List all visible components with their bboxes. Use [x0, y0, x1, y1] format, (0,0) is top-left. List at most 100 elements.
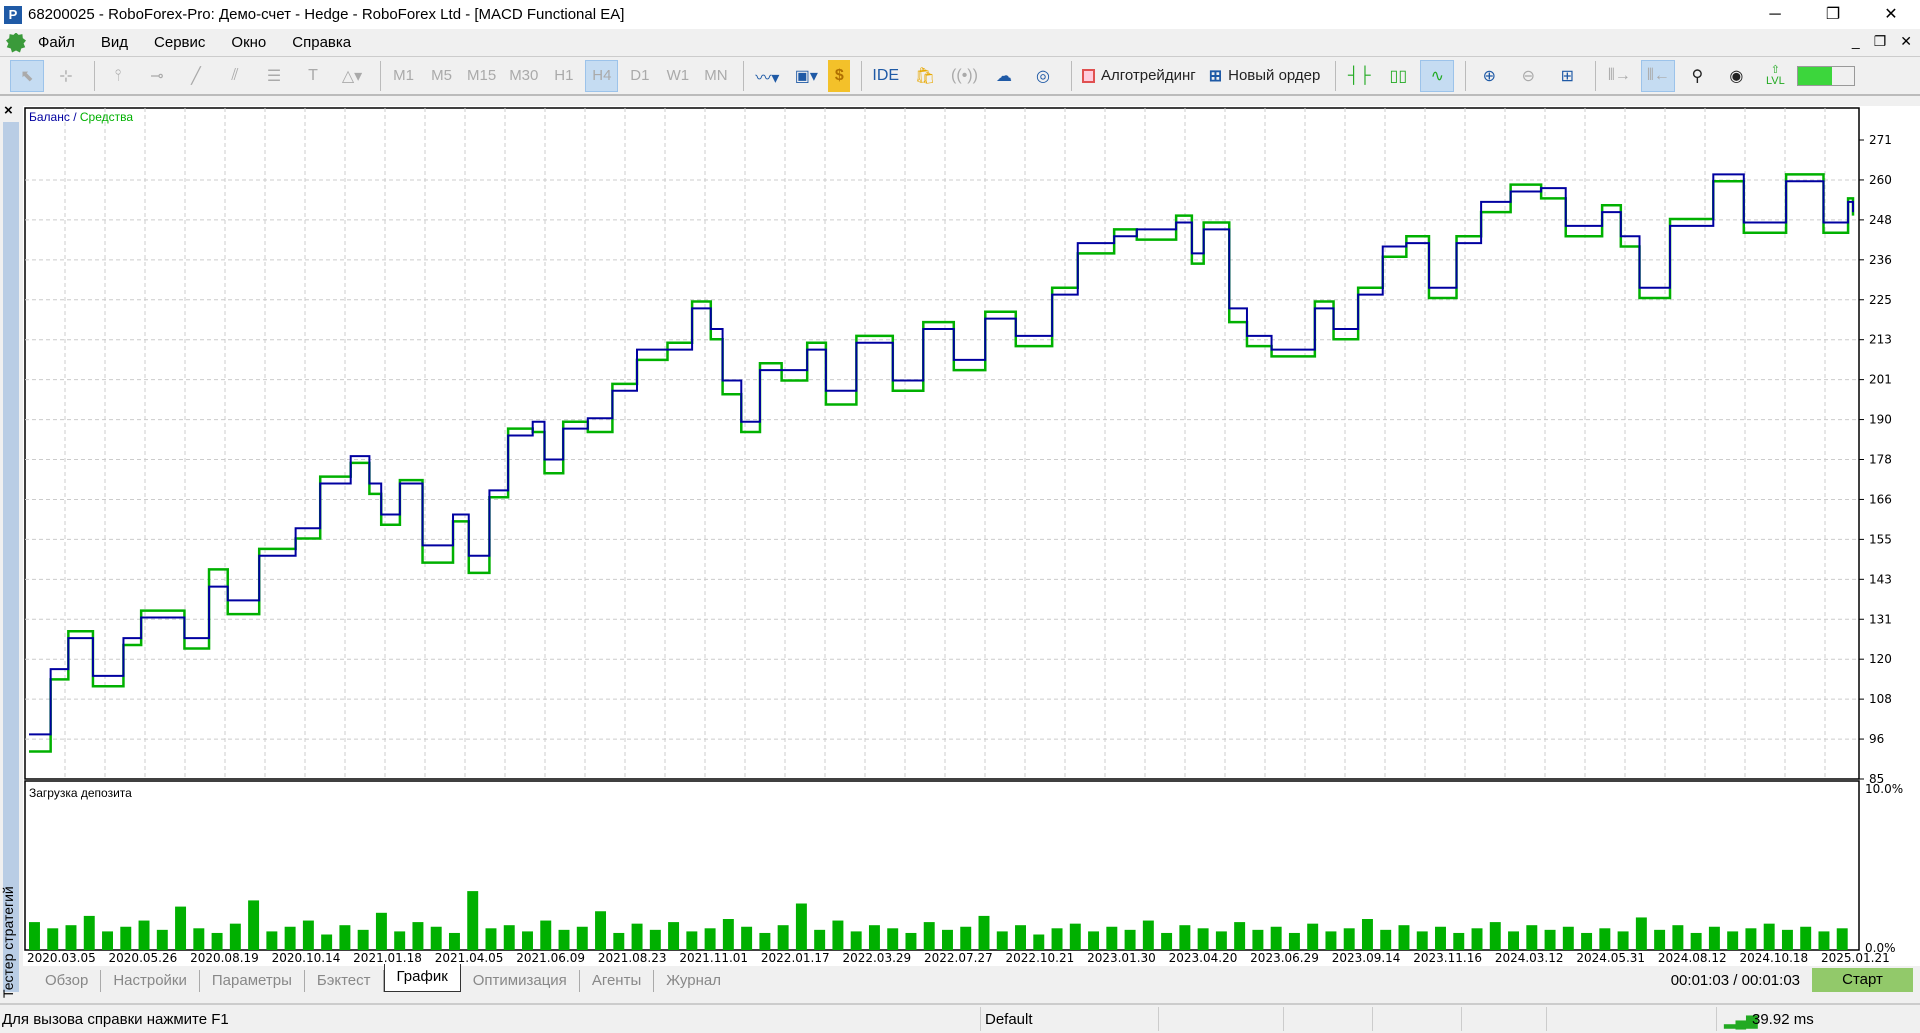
divider	[1372, 1007, 1373, 1031]
deposit-load-bar	[996, 931, 1008, 950]
deposit-load-bar	[412, 922, 424, 950]
connection-toggle[interactable]	[1797, 65, 1856, 86]
deposit-load-bar	[1161, 932, 1173, 950]
algotrading-status-icon	[1081, 68, 1095, 83]
timeframe-m1[interactable]: M1	[387, 60, 420, 92]
deposit-load-bar	[795, 903, 807, 950]
deposit-load-bar	[1106, 926, 1118, 950]
tab-optimization[interactable]: Оптимизация	[461, 970, 580, 992]
deposit-load-bar	[850, 931, 862, 950]
mdi-minimize-button[interactable]: _	[1852, 33, 1860, 50]
x-tick-label: 2023.06.29	[1250, 951, 1319, 965]
deposit-load-bar	[522, 931, 533, 950]
autoscroll-icon[interactable]: ⫴←	[1641, 59, 1676, 92]
new-order-button[interactable]: ⊞ Новый ордер	[1205, 60, 1325, 92]
deposit-load-bar	[1197, 928, 1209, 950]
timeframe-m15[interactable]: M15	[463, 60, 500, 92]
deposit-load-bar	[1142, 920, 1154, 950]
templates-icon[interactable]: ▣▾	[789, 60, 823, 92]
minimize-button[interactable]: ─	[1746, 0, 1804, 29]
deposit-load-bar	[266, 931, 278, 950]
start-button[interactable]: Старт	[1812, 968, 1913, 992]
zoom-out-icon[interactable]: ⊖	[1511, 60, 1545, 92]
timeframe-h1[interactable]: H1	[547, 60, 580, 92]
algotrading-button[interactable]: Алготрейдинг	[1078, 60, 1200, 92]
tab-overview[interactable]: Обзор	[33, 970, 102, 992]
horizontal-line-icon[interactable]: ⊸	[140, 60, 174, 92]
deposit-load-bar	[430, 926, 442, 950]
menu-service[interactable]: Сервис	[154, 34, 205, 51]
deposit-load-bar	[1763, 923, 1775, 950]
indicators-icon[interactable]: 〰▾	[750, 60, 784, 92]
text-icon[interactable]: T	[296, 60, 330, 92]
menu-view[interactable]: Вид	[101, 34, 128, 51]
signals-icon[interactable]: ((•))	[947, 60, 982, 92]
network-icon[interactable]: ◎	[1026, 60, 1060, 92]
deposit-load-bar	[1544, 929, 1556, 950]
deposit-load-bar	[1270, 926, 1282, 950]
timeframe-d1[interactable]: D1	[623, 60, 656, 92]
y-tick-label: 108	[1869, 692, 1892, 706]
strategy-tester-sidebar: × Тестер стратегий	[0, 100, 22, 998]
line-chart-icon[interactable]: ∿	[1420, 59, 1455, 92]
deposit-load-bar	[558, 929, 570, 950]
menu-help[interactable]: Справка	[292, 34, 351, 51]
crosshair-icon[interactable]: ⊹	[49, 60, 83, 92]
divider	[861, 60, 863, 91]
tab-agents[interactable]: Агенты	[580, 970, 655, 992]
deposit-load-bar	[1745, 928, 1757, 950]
search-icon[interactable]: ⚲	[1680, 60, 1714, 92]
market-bag-icon[interactable]: 🛍	[908, 60, 942, 92]
divider	[1070, 60, 1072, 91]
candlestick-icon[interactable]: ▯▯	[1381, 60, 1415, 92]
mdi-restore-button[interactable]: ❐	[1874, 33, 1887, 50]
deposit-load-bar	[1471, 928, 1483, 950]
divider	[1283, 1007, 1284, 1031]
account-icon[interactable]: ◉	[1719, 60, 1753, 92]
channel-icon[interactable]: ⫽	[218, 60, 252, 92]
tab-journal[interactable]: Журнал	[654, 970, 733, 992]
chart-shift-icon[interactable]: ⫴→	[1602, 60, 1636, 92]
deposit-tick-label: 10.0%	[1865, 782, 1903, 796]
vertical-line-icon[interactable]: ⫯	[101, 60, 135, 92]
shapes-icon[interactable]: △▾	[335, 60, 369, 92]
deposit-load-bar	[1124, 929, 1136, 950]
timeframe-m5[interactable]: M5	[425, 60, 458, 92]
tab-parameters[interactable]: Параметры	[200, 970, 305, 992]
cursor-tool-icon[interactable]: ⬉	[10, 59, 44, 92]
deposit-load-bar	[1307, 923, 1319, 950]
close-tester-icon[interactable]: ×	[4, 102, 13, 119]
close-button[interactable]: ✕	[1862, 0, 1920, 29]
timeframe-m30[interactable]: M30	[505, 60, 542, 92]
deposit-load-bar	[960, 926, 972, 950]
deposit-load-bar	[175, 906, 187, 950]
tab-graph[interactable]: График	[383, 964, 461, 992]
menu-window[interactable]: Окно	[231, 34, 266, 51]
ide-button[interactable]: IDE	[868, 60, 903, 92]
y-tick-label: 260	[1869, 173, 1892, 187]
y-tick-label: 213	[1869, 333, 1892, 347]
deposit-load-bar	[686, 931, 698, 950]
deposit-load-bar	[284, 926, 296, 950]
tab-backtest[interactable]: Бэктест	[305, 970, 384, 992]
dollar-icon[interactable]: $	[828, 59, 851, 92]
timeframe-w1[interactable]: W1	[661, 60, 694, 92]
trendline-icon[interactable]: ╱	[179, 60, 213, 92]
deposit-load-bar	[631, 923, 643, 950]
tester-tabs: Обзор Настройки Параметры Бэктест График…	[23, 964, 1920, 996]
timeframe-h4[interactable]: H4	[585, 59, 619, 92]
zoom-in-icon[interactable]: ⊕	[1472, 60, 1506, 92]
mdi-close-button[interactable]: ✕	[1900, 33, 1912, 50]
tab-settings[interactable]: Настройки	[101, 970, 200, 992]
timeframe-mn[interactable]: MN	[699, 60, 732, 92]
tile-windows-icon[interactable]: ⊞	[1550, 60, 1584, 92]
divider	[1546, 1007, 1547, 1031]
fibonacci-icon[interactable]: ☰	[257, 60, 291, 92]
bar-chart-icon[interactable]: ┤├	[1342, 60, 1376, 92]
vps-cloud-icon[interactable]: ☁	[987, 60, 1021, 92]
menu-file[interactable]: Файл	[38, 34, 75, 51]
restore-button[interactable]: ❐	[1804, 0, 1862, 29]
lvl-icon[interactable]: ⇧ LVL	[1758, 60, 1792, 92]
deposit-load-bar	[120, 926, 132, 950]
y-tick-label: 131	[1869, 612, 1892, 626]
